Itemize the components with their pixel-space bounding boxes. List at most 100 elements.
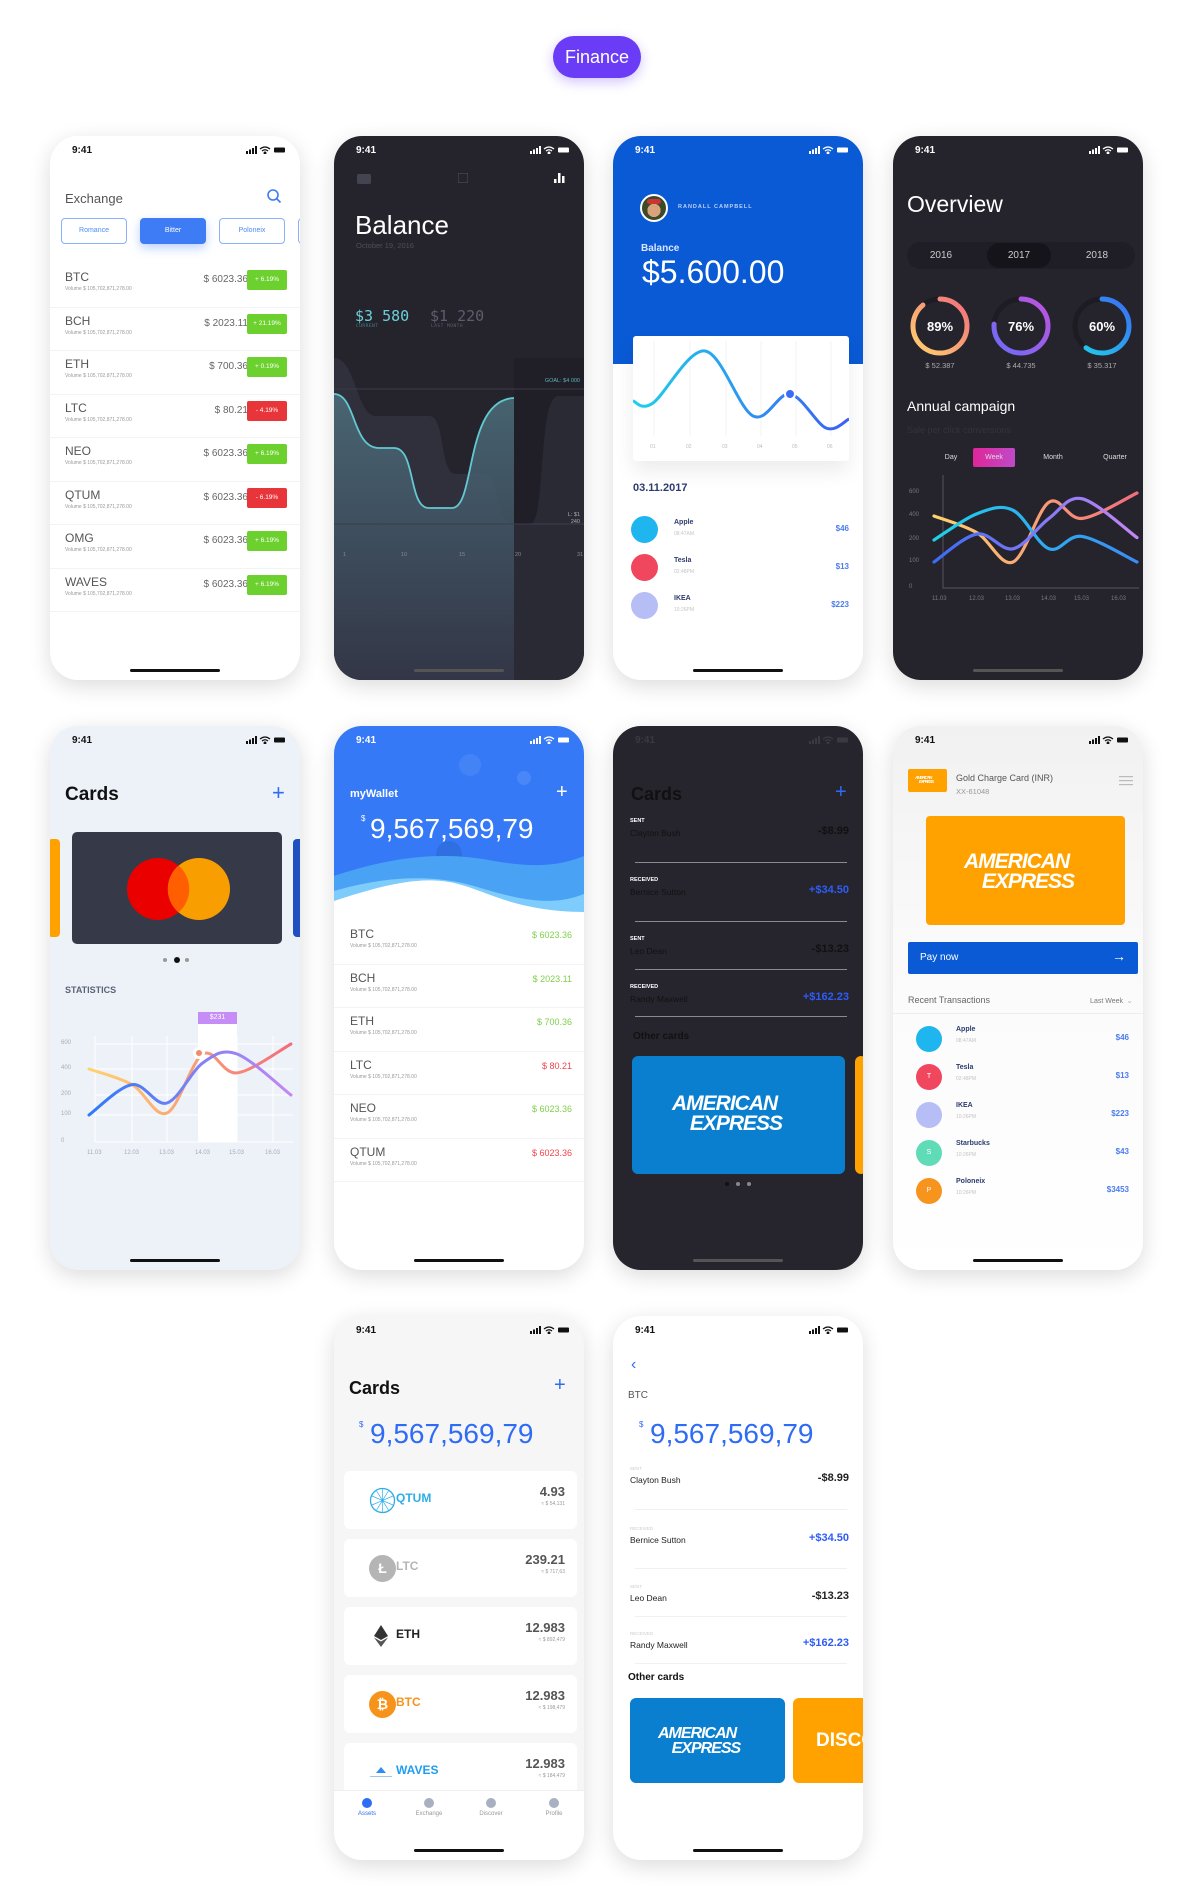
exchange-row[interactable]: OMG Volume $ 105,702,871,278.00 $ 6023.3…	[50, 525, 300, 569]
add-card-button[interactable]: +	[835, 781, 847, 804]
category-badge[interactable]: Finance	[553, 36, 641, 78]
transaction-row[interactable]: SENT Leo Dean -$13.23	[613, 936, 863, 970]
transaction-row[interactable]: IKEA 10:26PM $223	[613, 592, 863, 624]
currency-symbol: $	[639, 1420, 644, 1429]
transaction-amount: $13	[1115, 1071, 1129, 1080]
exchange-tab-poloneix[interactable]: Poloneix	[219, 218, 285, 244]
transaction-row[interactable]: RECEIVED Randy Maxwell +$162.23	[613, 984, 863, 1018]
battery-icon	[558, 147, 569, 153]
coin-volume: Volume $ 105,702,871,278.00	[350, 943, 417, 949]
transaction-time: 08:47AM	[956, 1038, 977, 1044]
transaction-amount: -$8.99	[817, 1472, 849, 1484]
transaction-row[interactable]: Apple 08:47AM $46	[893, 1026, 1143, 1058]
exchange-tab-romance[interactable]: Romance	[61, 218, 127, 244]
coin-volume: Volume $ 105,702,871,278.00	[65, 547, 132, 553]
asset-card[interactable]: QTUM 4.93 ≈ $ 54,131	[344, 1471, 577, 1529]
carousel-dot[interactable]	[747, 1182, 751, 1186]
add-button[interactable]: +	[556, 781, 568, 804]
asset-symbol: WAVES	[396, 1763, 439, 1777]
tab-assets[interactable]: Assets	[342, 1798, 392, 1824]
wallet-row[interactable]: BTC Volume $ 105,702,871,278.00 $ 6023.3…	[334, 921, 584, 965]
transaction-row[interactable]: SENT Clayton Bush -$8.99	[613, 818, 863, 852]
wallet-row[interactable]: LTC Volume $ 105,702,871,278.00 $ 80.21	[334, 1052, 584, 1095]
exchange-tab-more[interactable]	[298, 218, 300, 244]
status-bar: 9:41	[50, 136, 300, 162]
selected-point[interactable]	[784, 388, 796, 400]
exchange-row[interactable]: QTUM Volume $ 105,702,871,278.00 $ 6023.…	[50, 482, 300, 525]
home-indicator[interactable]	[130, 669, 220, 672]
transaction-row[interactable]: SENT Clayton Bush -$8.99	[613, 1466, 863, 1500]
home-indicator[interactable]	[693, 1849, 783, 1852]
status-bar: 9:41	[334, 726, 584, 752]
transaction-row[interactable]: SENT Leo Dean -$13.23	[613, 1584, 863, 1618]
status-icons	[530, 1326, 569, 1334]
transaction-row[interactable]: S Starbucks 10:26PM $43	[893, 1140, 1143, 1172]
pay-now-button[interactable]: Pay now →	[908, 942, 1138, 974]
wifi-icon	[543, 1326, 555, 1334]
next-card[interactable]	[855, 1056, 863, 1174]
tab-profile[interactable]: Profile	[529, 1798, 579, 1824]
status-bar: 9:41	[334, 136, 584, 162]
transaction-row[interactable]: Tesla 02:48PM $13	[613, 554, 863, 586]
transaction-type: RECEIVED	[630, 984, 659, 990]
exchange-row[interactable]: ETH Volume $ 105,702,871,278.00 $ 700.36…	[50, 351, 300, 395]
home-indicator[interactable]	[693, 1259, 783, 1262]
x-axis-label: 05	[792, 444, 798, 450]
home-indicator[interactable]	[130, 1259, 220, 1262]
transaction-row[interactable]: RECEIVED Randy Maxwell +$162.23	[613, 1631, 863, 1665]
home-indicator[interactable]	[414, 669, 504, 672]
transaction-row[interactable]: Apple 08:47AM $46	[613, 516, 863, 548]
transaction-row[interactable]: IKEA 10:26PM $223	[893, 1102, 1143, 1134]
transaction-row[interactable]: RECEIVED Bernice Sutton +$34.50	[613, 877, 863, 911]
exchange-tab-bitter[interactable]: Bitter	[140, 218, 206, 244]
discover-card[interactable]: DISCOVER	[793, 1698, 863, 1783]
add-button[interactable]: +	[554, 1374, 566, 1397]
home-indicator[interactable]	[414, 1259, 504, 1262]
chart-series-line	[932, 505, 1139, 564]
merchant-name: Tesla	[674, 557, 692, 564]
coin-symbol: OMG	[65, 531, 94, 545]
back-chevron-icon[interactable]: ‹	[631, 1356, 636, 1374]
coin-volume: Volume $ 105,702,871,278.00	[65, 329, 132, 336]
chart-point[interactable]	[193, 1047, 205, 1059]
home-indicator[interactable]	[693, 669, 783, 672]
amex-gold-card[interactable]: AMERICAN EXPRESS	[926, 816, 1125, 925]
battery-icon	[1117, 737, 1128, 743]
counterparty-name: Clayton Bush	[630, 828, 681, 838]
exchange-row[interactable]: WAVES Volume $ 105,702,871,278.00 $ 6023…	[50, 569, 300, 612]
search-icon[interactable]	[266, 188, 282, 204]
wallet-row[interactable]: BCH Volume $ 105,702,871,278.00 $ 2023.1…	[334, 965, 584, 1008]
transaction-amount: $13	[835, 562, 849, 571]
avatar[interactable]	[640, 194, 668, 222]
transaction-amount: $43	[1115, 1147, 1129, 1156]
transaction-row[interactable]: RECEIVED Bernice Sutton +$34.50	[613, 1526, 863, 1560]
tab-exchange[interactable]: Exchange	[404, 1798, 454, 1824]
asset-card[interactable]: ETH 12.983 ≈ $ 892,479	[344, 1607, 577, 1665]
exchange-row[interactable]: BTC Volume $ 105,702,871,278.00 $ 6023.3…	[50, 264, 300, 308]
bar-chart-icon[interactable]	[554, 173, 565, 183]
exchange-row[interactable]: BCH Volume $ 105,702,871,278.00 $ 2023.1…	[50, 308, 300, 351]
asset-card[interactable]: ₿ BTC 12.983 ≈ $ 198,479	[344, 1675, 577, 1733]
carousel-dot[interactable]	[736, 1182, 740, 1186]
tesla-icon	[631, 554, 658, 581]
tab-discover[interactable]: Discover	[466, 1798, 516, 1824]
transaction-row[interactable]: T Tesla 02:48PM $13	[893, 1064, 1143, 1096]
amex-card[interactable]: AMERICAN EXPRESS	[632, 1056, 845, 1174]
home-indicator[interactable]	[973, 669, 1063, 672]
exchange-row[interactable]: LTC Volume $ 105,702,871,278.00 $ 80.21 …	[50, 395, 300, 438]
calendar-icon[interactable]	[458, 173, 468, 183]
amex-card[interactable]: AMERICAN EXPRESS	[630, 1698, 785, 1783]
amex-logo-line2: EXPRESS	[689, 1111, 783, 1135]
wallet-row[interactable]: NEO Volume $ 105,702,871,278.00 $ 6023.3…	[334, 1095, 584, 1139]
card-number: XX-61048	[956, 787, 990, 796]
wallet-row[interactable]: QTUM Volume $ 105,702,871,278.00 $ 6023.…	[334, 1139, 584, 1182]
home-indicator[interactable]	[973, 1259, 1063, 1262]
exchange-row[interactable]: NEO Volume $ 105,702,871,278.00 $ 6023.3…	[50, 438, 300, 482]
asset-card[interactable]: Ł LTC 239.21 ≈ $ 717,63	[344, 1539, 577, 1597]
transaction-row[interactable]: P Poloneix 10:26PM $3453	[893, 1178, 1143, 1210]
wallet-row[interactable]: ETH Volume $ 105,702,871,278.00 $ 700.36	[334, 1008, 584, 1052]
carousel-dot[interactable]	[725, 1182, 729, 1186]
menu-icon[interactable]	[1119, 776, 1133, 786]
inbox-icon[interactable]	[357, 174, 371, 184]
home-indicator[interactable]	[414, 1849, 504, 1852]
